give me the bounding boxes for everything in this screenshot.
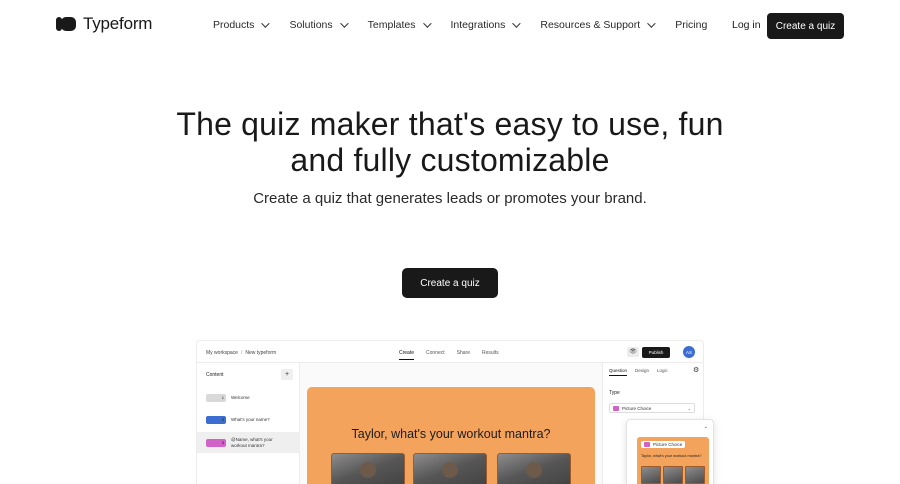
- typeform-logo[interactable]: Typeform: [56, 14, 152, 34]
- chevron-down-icon: [261, 19, 271, 28]
- picture-choice-option[interactable]: [413, 453, 487, 484]
- chevron-down-icon: [422, 19, 432, 28]
- nav-item-label: Templates: [367, 19, 416, 31]
- nav-item-label: Products: [213, 19, 255, 31]
- tab-question[interactable]: Question: [609, 368, 628, 376]
- nav-item-label: Solutions: [289, 19, 333, 31]
- mini-photo: [641, 466, 661, 484]
- nav-menu: Products Solutions Templates Integration…: [213, 19, 729, 31]
- picture-choice-option[interactable]: [497, 453, 571, 484]
- chevron-down-icon: [339, 19, 349, 28]
- chevron-down-icon[interactable]: ⌄: [704, 424, 708, 430]
- settings-tabs: Question Design Logic: [609, 368, 668, 376]
- mini-photo: [685, 466, 705, 484]
- popup-type-label: Picture Choice: [653, 442, 683, 447]
- mini-photo-row: [641, 466, 705, 484]
- question-badge: 1: [206, 393, 226, 402]
- content-panel: Content + 1 Welcome 2 What's your name? …: [197, 363, 300, 484]
- breadcrumb: My workspace / New typeform: [206, 350, 276, 356]
- list-item[interactable]: 2 What's your name?: [197, 409, 300, 430]
- chevron-down-icon: ⌄: [687, 406, 691, 411]
- breadcrumb-separator: /: [240, 350, 243, 356]
- nav-item-solutions[interactable]: Solutions: [289, 19, 349, 31]
- chevron-down-icon: [647, 19, 656, 28]
- brand-name: Typeform: [83, 14, 153, 33]
- question-type-value: Picture Choice: [622, 405, 652, 411]
- tab-design[interactable]: Design: [635, 368, 649, 376]
- breadcrumb-workspace[interactable]: My workspace: [206, 350, 238, 356]
- breadcrumb-form: New typeform: [245, 350, 277, 356]
- question-type-select[interactable]: Picture Choice ⌄: [609, 403, 695, 413]
- nav-item-resources-support[interactable]: Resources & Support: [540, 19, 656, 31]
- gear-icon[interactable]: ⚙: [693, 366, 699, 374]
- nav-item-label: Pricing: [675, 19, 708, 31]
- nav-item-templates[interactable]: Templates: [367, 19, 432, 31]
- typeform-logo-icon: [56, 17, 76, 31]
- question-badge: 3: [206, 438, 226, 447]
- popup-type-header: Picture Choice: [641, 441, 686, 448]
- picture-choice-icon: [613, 405, 619, 411]
- question-number: 2: [221, 417, 224, 422]
- type-label: Type: [609, 390, 620, 396]
- mobile-preview-card: ⌄ Picture Choice Taylor, what's your wor…: [626, 419, 714, 484]
- tab-logic[interactable]: Logic: [657, 368, 668, 376]
- question-number: 1: [221, 395, 224, 400]
- question-text: @Name, what's your workout mantra?: [231, 437, 273, 448]
- avatar[interactable]: AS: [683, 346, 695, 358]
- tab-results[interactable]: Results: [482, 350, 499, 360]
- tab-share[interactable]: Share: [457, 350, 470, 360]
- nav-item-pricing[interactable]: Pricing: [675, 19, 707, 31]
- list-item[interactable]: 3 @Name, what's your workout mantra?: [197, 432, 300, 453]
- canvas-question: Taylor, what's your workout mantra?: [351, 427, 551, 441]
- question-text: Welcome: [231, 394, 250, 400]
- mini-photo: [663, 466, 683, 484]
- content-label: Content: [206, 372, 224, 378]
- publish-button[interactable]: Publish: [642, 347, 670, 358]
- tab-create[interactable]: Create: [399, 350, 415, 360]
- tab-connect[interactable]: Connect: [426, 350, 445, 360]
- add-question-button[interactable]: +: [281, 369, 293, 380]
- nav-item-label: Resources & Support: [540, 19, 641, 31]
- app-tabs: Create Connect Share Results: [399, 350, 499, 360]
- question-text: What's your name?: [231, 416, 270, 422]
- create-quiz-hero-button[interactable]: Create a quiz: [402, 268, 498, 298]
- nav-item-label: Integrations: [450, 19, 506, 31]
- question-canvas[interactable]: Taylor, what's your workout mantra?: [307, 387, 595, 484]
- list-item[interactable]: 1 Welcome: [197, 387, 300, 408]
- create-quiz-nav-button[interactable]: Create a quiz: [767, 13, 844, 39]
- hero-title: The quiz maker that's easy to use, fun a…: [176, 106, 724, 178]
- top-navigation: Typeform Products Solutions Templates In…: [0, 0, 900, 52]
- preview-eye-icon[interactable]: 👁: [627, 347, 639, 357]
- app-preview-topbar: My workspace / New typeform Create Connect…: [197, 341, 703, 363]
- picture-choice-icon: [644, 442, 650, 447]
- popup-question: Taylor, what's your workout mantra?: [641, 454, 702, 458]
- question-badge: 2: [206, 415, 226, 424]
- hero-subtitle: Create a quiz that generates leads or pr…: [253, 190, 647, 207]
- login-link[interactable]: Log in: [732, 19, 761, 31]
- chevron-down-icon: [512, 19, 522, 28]
- nav-item-integrations[interactable]: Integrations: [450, 19, 522, 31]
- nav-item-products[interactable]: Products: [213, 19, 271, 31]
- picture-choice-option[interactable]: [331, 453, 405, 484]
- question-number: 3: [221, 440, 224, 445]
